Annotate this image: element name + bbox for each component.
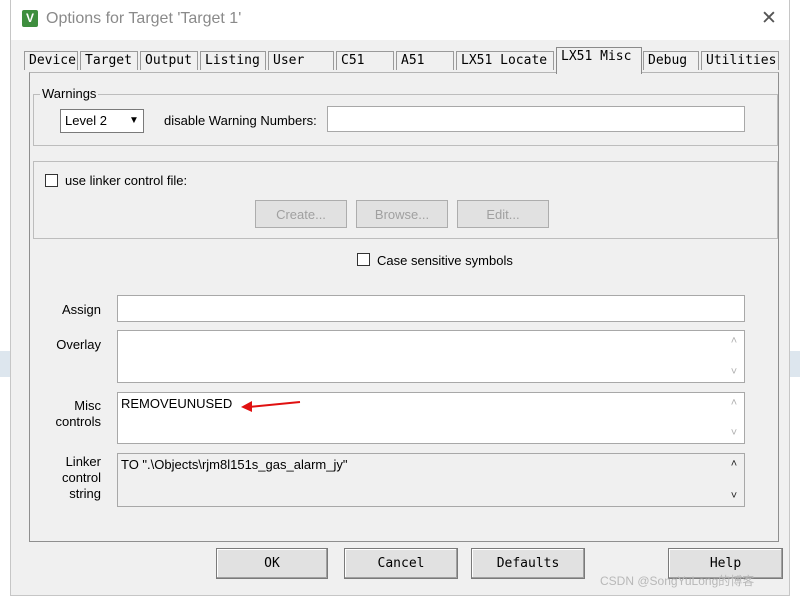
tab-listing[interactable]: Listing (200, 51, 266, 70)
warning-level-value: Level 2 (65, 113, 107, 128)
misc-controls-value: REMOVEUNUSED (121, 396, 233, 411)
assign-input[interactable] (117, 295, 745, 322)
edit-button[interactable]: Edit... (457, 200, 549, 228)
lx51-misc-panel: Warnings Level 2 ▼ disable Warning Numbe… (29, 72, 779, 542)
tab-debug[interactable]: Debug (643, 51, 699, 70)
dropdown-arrow-icon[interactable]: ▼ (125, 110, 143, 132)
browse-button[interactable]: Browse... (356, 200, 448, 228)
keil-app-icon: V (22, 10, 38, 27)
misc-controls-textarea[interactable]: REMOVEUNUSED ˄ ˅ (117, 392, 745, 444)
scroll-down-icon[interactable]: ˅ (727, 489, 741, 503)
linker-control-string-value: TO ".\Objects\rjm8l151s_gas_alarm_jy" (121, 457, 348, 472)
scroll-up-icon[interactable]: ˄ (727, 457, 741, 471)
disable-warning-numbers-label: disable Warning Numbers: (164, 113, 317, 128)
linker-control-string-label-line3: string (69, 486, 101, 501)
linker-control-string-label-line2: control (61, 470, 101, 485)
red-annotation-arrow-icon (241, 401, 301, 412)
disable-warning-numbers-input[interactable] (327, 106, 745, 132)
window-title: Options for Target 'Target 1' (46, 10, 242, 27)
tab-lx51-misc[interactable]: LX51 Misc (556, 47, 642, 74)
linker-control-string-textarea[interactable]: TO ".\Objects\rjm8l151s_gas_alarm_jy" ˄ … (117, 453, 745, 507)
warning-level-select[interactable]: Level 2 ▼ (60, 109, 144, 133)
cancel-button[interactable]: Cancel (344, 548, 458, 579)
assign-label: Assign (61, 302, 101, 317)
warnings-group-label: Warnings (40, 86, 99, 101)
use-linker-control-file-checkbox[interactable] (45, 174, 58, 187)
misc-controls-label-line2: controls (55, 414, 101, 429)
scroll-down-icon[interactable]: ˅ (727, 426, 741, 440)
ok-button[interactable]: OK (216, 548, 328, 579)
tab-user[interactable]: User (268, 51, 334, 70)
use-linker-control-file-label: use linker control file: (65, 173, 188, 188)
overlay-label: Overlay (56, 337, 101, 352)
overlay-textarea[interactable]: ˄ ˅ (117, 330, 745, 383)
create-button[interactable]: Create... (255, 200, 347, 228)
tab-output[interactable]: Output (140, 51, 198, 70)
case-sensitive-label: Case sensitive symbols (377, 253, 513, 268)
title-bar: V Options for Target 'Target 1' ✕ (11, 0, 789, 40)
scroll-up-icon[interactable]: ˄ (727, 396, 741, 410)
scroll-down-icon[interactable]: ˅ (727, 365, 741, 379)
case-sensitive-checkbox[interactable] (357, 253, 370, 266)
scroll-up-icon[interactable]: ˄ (727, 334, 741, 348)
defaults-button[interactable]: Defaults (471, 548, 585, 579)
options-dialog: V Options for Target 'Target 1' ✕ Device… (10, 0, 790, 596)
tab-target[interactable]: Target (80, 51, 138, 70)
tab-a51[interactable]: A51 (396, 51, 454, 70)
tab-device[interactable]: Device (24, 51, 78, 70)
misc-controls-label-line1: Misc (74, 398, 101, 413)
csdn-watermark: CSDN @SongYuLong的博客 (600, 574, 755, 588)
tab-utilities[interactable]: Utilities (701, 51, 779, 70)
linker-control-string-label-line1: Linker (65, 454, 101, 469)
tab-c51[interactable]: C51 (336, 51, 394, 70)
tab-lx51-locate[interactable]: LX51 Locate (456, 51, 554, 70)
close-icon[interactable]: ✕ (759, 9, 779, 29)
